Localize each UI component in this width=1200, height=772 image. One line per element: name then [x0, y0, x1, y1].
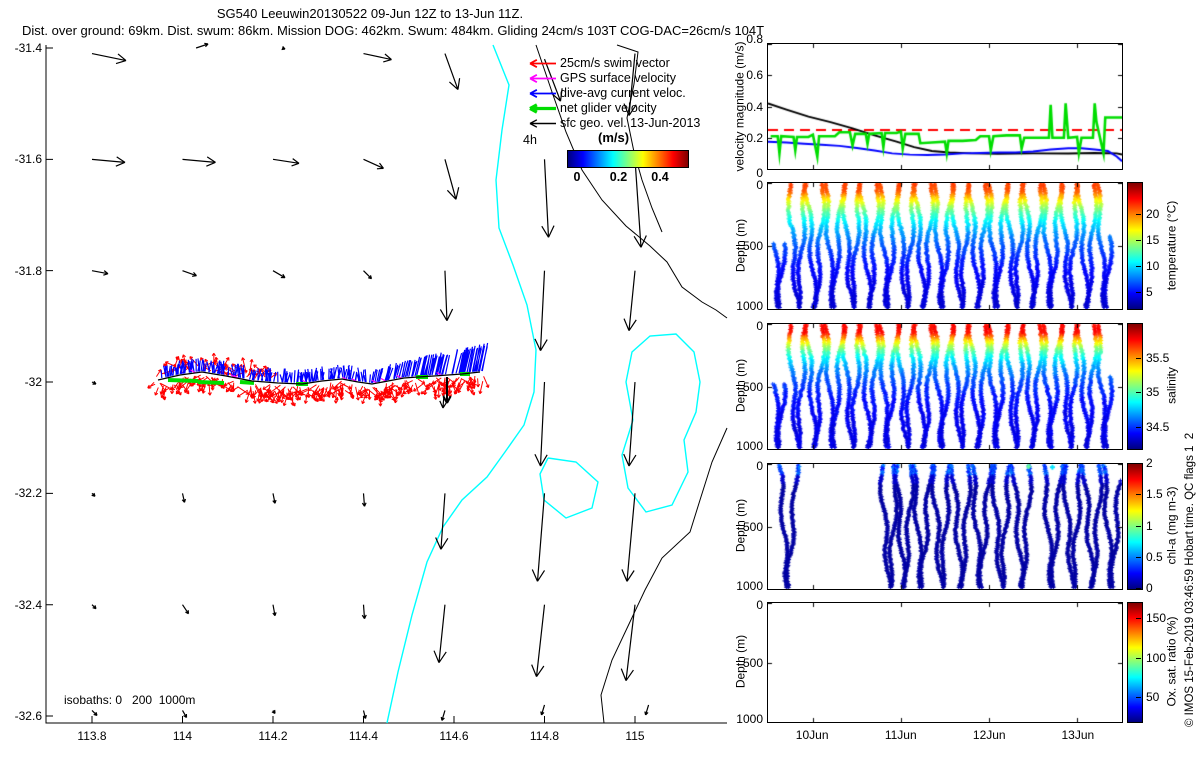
oxygen-canvas [768, 603, 1122, 722]
map-lon-tick-label: 114.4 [348, 729, 379, 743]
salinity-panel [767, 323, 1123, 450]
colorbar-tick-mark [1136, 357, 1141, 359]
chl-colorbar [1127, 463, 1143, 590]
time-tick-label: 11Jun [884, 728, 917, 742]
figure-subtitle: Dist. over ground: 69km. Dist. swum: 86k… [22, 23, 765, 38]
legend-colorbar-tick-label: 0 [573, 170, 581, 184]
map-lon-tick-label: 114.8 [529, 729, 560, 743]
velocity-panel [767, 43, 1123, 170]
colorbar-tick-mark [1136, 494, 1141, 496]
legend-colorbar-tick-label: 0.2 [609, 170, 628, 184]
temperature-panel [767, 182, 1123, 310]
legend-item-label: 25cm/s swim vector [560, 56, 670, 70]
colorbar-tick-mark [1136, 239, 1141, 241]
colorbar-tick-mark [1136, 657, 1141, 659]
legend-averaging-window: 4h [523, 133, 537, 147]
map-lat-tick-label: -32.4 [14, 597, 42, 612]
legend-item-label: sfc geo. vel. 13-Jun-2013 [560, 116, 701, 130]
oxygen-colorbar [1127, 602, 1143, 723]
colorbar-tick-mark [1136, 266, 1141, 267]
map-lat-tick-label: -31.8 [14, 263, 42, 278]
chl-canvas [768, 464, 1122, 589]
map-lat-tick-label: -31.6 [14, 152, 42, 167]
colorbar-tick-mark [1136, 292, 1141, 294]
legend-colorbar [567, 150, 689, 168]
isobaths-note: isobaths: 0 200 1000m [64, 693, 196, 707]
colorbar-tick-mark [1136, 617, 1141, 619]
temperature-colorbar [1127, 182, 1143, 310]
imos-attribution-note: © IMOS 15-Feb-2019 03:46:59 Hobart time.… [1184, 432, 1196, 727]
legend-colorbar-units: (m/s) [598, 130, 630, 145]
time-tick-label: 12Jun [972, 728, 1006, 742]
legend-item-label: GPS surface velocity [560, 71, 677, 85]
legend-item-label: net glider velocity [560, 101, 657, 115]
oxygen-colorbar-label: Ox. sat. ratio (%) [1164, 616, 1179, 707]
colorbar-tick-mark [1136, 556, 1141, 558]
colorbar-tick-mark [1136, 588, 1141, 589]
map-lon-tick-label: 114.6 [439, 729, 469, 743]
salinity-canvas [768, 324, 1122, 449]
time-tick-label: 10Jun [795, 728, 829, 742]
map-lat-tick-label: -32.2 [14, 486, 42, 501]
map-lon-tick-label: 114.2 [258, 729, 288, 743]
colorbar-tick-mark [1136, 463, 1141, 464]
legend-colorbar-tick-label: 0.4 [651, 170, 669, 184]
figure-sg540-mission-plot: { "header": { "line1": "SG540 Leeuwin201… [0, 0, 1200, 750]
salinity-colorbar [1127, 323, 1143, 450]
time-tick-label: 13Jun [1061, 728, 1095, 742]
map-lon-tick-label: 114 [172, 729, 193, 743]
chl-panel [767, 463, 1123, 590]
map-lon-tick-label: 113.8 [77, 729, 107, 743]
figure-title: SG540 Leeuwin20130522 09-Jun 12Z to 13-J… [216, 6, 524, 21]
map-lon-tick-label: 115 [625, 729, 645, 743]
map-lat-tick-label: -32 [24, 375, 42, 390]
map-lat-tick-label: -31.4 [14, 41, 42, 55]
legend-item-label: dive-avg current veloc. [560, 86, 686, 100]
colorbar-tick-mark [1136, 213, 1141, 215]
colorbar-tick-mark [1136, 392, 1141, 394]
oxygen-panel [767, 602, 1123, 723]
colorbar-tick-mark [1136, 427, 1141, 429]
velocity-canvas [768, 44, 1122, 169]
depth-axis-label-oxygen: Depth (m) [733, 634, 748, 689]
colorbar-tick-mark [1136, 525, 1141, 527]
map-lat-tick-label: -32.6 [14, 709, 42, 724]
colorbar-tick-mark [1136, 697, 1141, 699]
temperature-canvas [768, 183, 1122, 309]
